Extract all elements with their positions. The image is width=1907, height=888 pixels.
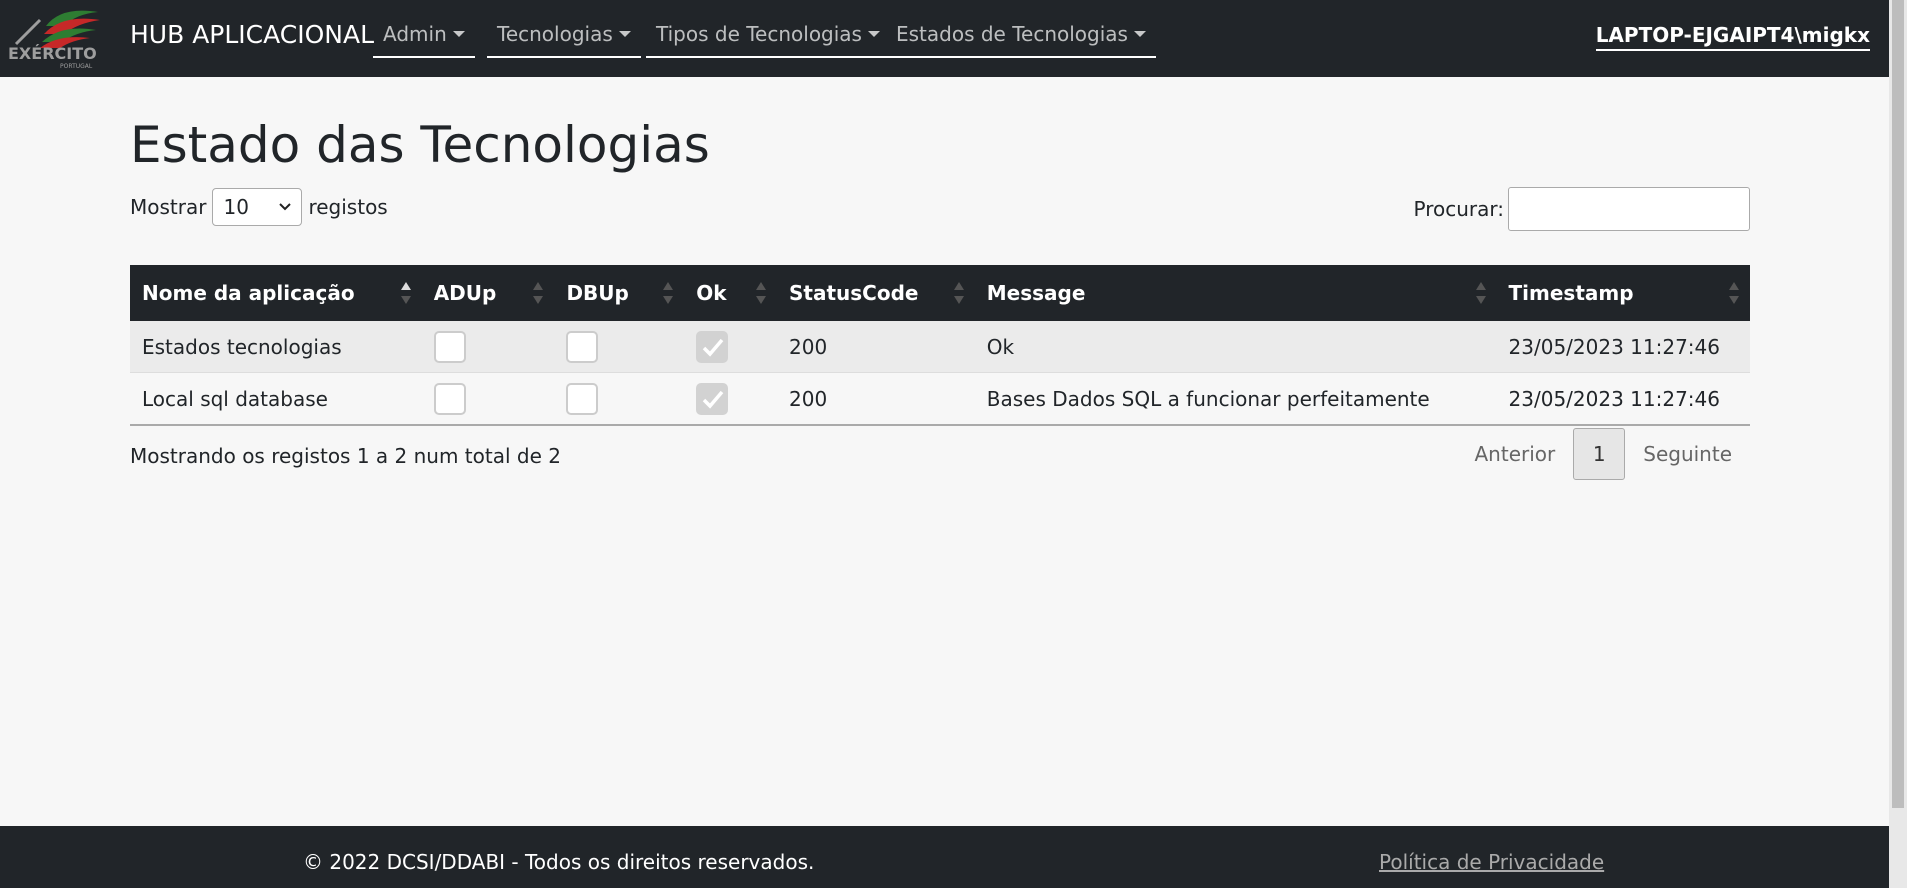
adup-checkbox	[433, 382, 466, 415]
checkmark-icon	[702, 338, 724, 357]
table-row: Local sql database 200 Bases Dados SQL a…	[130, 372, 1750, 426]
column-header-message[interactable]: Message	[974, 265, 1497, 321]
nav-menu-estados-tecnologias[interactable]: Estados de Tecnologias	[886, 18, 1156, 58]
adup-checkbox	[433, 330, 466, 363]
top-navbar: EXÉRCITO PORTUGAL HUB APLICACIONAL Admin…	[0, 0, 1889, 77]
nav-menu-tecnologias-label: Tecnologias	[497, 22, 613, 46]
page-scrollbar[interactable]	[1889, 0, 1907, 888]
table-header-row: Nome da aplicação ADUp DBUp Ok StatusCod…	[130, 265, 1750, 321]
table-info: Mostrando os registos 1 a 2 num total de…	[130, 444, 561, 468]
page-footer: © 2022 DCSI/DDABI - Todos os direitos re…	[0, 826, 1889, 888]
records-per-page: Mostrar 10 registos	[130, 188, 388, 226]
cell-timestamp: 23/05/2023 11:27:46	[1496, 321, 1750, 373]
column-header-label: DBUp	[566, 281, 629, 305]
exercito-logo[interactable]: EXÉRCITO PORTUGAL	[6, 4, 104, 70]
cell-dbup	[554, 321, 685, 373]
column-header-label: Nome da aplicação	[142, 281, 355, 305]
column-header-label: StatusCode	[789, 281, 919, 305]
nav-menu-admin-label: Admin	[383, 22, 447, 46]
sort-icon	[953, 282, 964, 304]
column-header-dbup[interactable]: DBUp	[554, 265, 685, 321]
app-brand[interactable]: HUB APLICACIONAL	[130, 20, 374, 49]
ok-checkbox-checked	[696, 330, 729, 363]
search-input[interactable]	[1508, 187, 1750, 231]
cell-name: Estados tecnologias	[130, 321, 422, 373]
column-header-timestamp[interactable]: Timestamp	[1496, 265, 1750, 321]
nav-menu-tipos-tecnologias-label: Tipos de Tecnologias	[656, 22, 862, 46]
caret-down-icon	[452, 31, 465, 37]
cell-message: Bases Dados SQL a funcionar perfeitament…	[974, 372, 1497, 426]
length-prefix: Mostrar	[130, 195, 207, 219]
column-header-label: ADUp	[433, 281, 497, 305]
records-per-page-value: 10	[223, 195, 249, 219]
dbup-checkbox	[566, 382, 599, 415]
sort-icon	[756, 282, 767, 304]
pagination-next-button[interactable]: Seguinte	[1625, 442, 1750, 466]
cell-timestamp: 23/05/2023 11:27:46	[1496, 372, 1750, 426]
cell-statuscode: 200	[777, 372, 975, 426]
user-account-link[interactable]: LAPTOP-EJGAIPT4\migkx	[1595, 23, 1870, 51]
table-row: Estados tecnologias 200 Ok 23/05/2023 11…	[130, 321, 1750, 373]
chevron-down-icon	[279, 203, 292, 211]
column-header-label: Ok	[696, 281, 727, 305]
checkmark-icon	[702, 390, 724, 409]
sort-icon	[1475, 282, 1486, 304]
table-search: Procurar:	[1413, 187, 1750, 231]
cell-adup	[421, 372, 555, 426]
caret-down-icon	[867, 31, 880, 37]
logo-text: EXÉRCITO	[8, 44, 97, 63]
column-header-nome[interactable]: Nome da aplicação	[130, 265, 422, 321]
cell-ok	[684, 321, 778, 373]
dbup-checkbox	[566, 330, 599, 363]
nav-menu-tecnologias[interactable]: Tecnologias	[487, 18, 641, 58]
page-title: Estado das Tecnologias	[130, 116, 710, 174]
caret-down-icon	[618, 31, 631, 37]
sort-ascending-icon	[400, 282, 411, 304]
nav-menu-admin[interactable]: Admin	[373, 18, 475, 58]
column-header-ok[interactable]: Ok	[684, 265, 778, 321]
cell-adup	[421, 321, 555, 373]
column-header-label: Timestamp	[1508, 281, 1634, 305]
cell-dbup	[554, 372, 685, 426]
records-per-page-select[interactable]: 10	[212, 188, 303, 226]
sort-icon	[533, 282, 544, 304]
column-header-adup[interactable]: ADUp	[421, 265, 555, 321]
cell-ok	[684, 372, 778, 426]
sort-icon	[1729, 282, 1739, 304]
nav-menu-estados-tecnologias-label: Estados de Tecnologias	[896, 22, 1128, 46]
footer-copyright: © 2022 DCSI/DDABI - Todos os direitos re…	[303, 850, 815, 874]
technology-status-table: Nome da aplicação ADUp DBUp Ok StatusCod…	[130, 265, 1750, 426]
column-header-statuscode[interactable]: StatusCode	[777, 265, 975, 321]
pagination-page-1-button[interactable]: 1	[1573, 428, 1626, 480]
pagination: Anterior 1 Seguinte	[1457, 428, 1751, 480]
cell-name: Local sql database	[130, 372, 422, 426]
logo-subtext: PORTUGAL	[60, 63, 93, 70]
privacy-policy-link[interactable]: Política de Privacidade	[1379, 850, 1604, 874]
caret-down-icon	[1133, 31, 1146, 37]
nav-menu-tipos-tecnologias[interactable]: Tipos de Tecnologias	[646, 18, 890, 58]
column-header-label: Message	[986, 281, 1086, 305]
pagination-previous-button[interactable]: Anterior	[1457, 442, 1574, 466]
sort-icon	[663, 282, 674, 304]
search-label: Procurar:	[1413, 197, 1505, 221]
cell-statuscode: 200	[777, 321, 975, 373]
scrollbar-thumb[interactable]	[1892, 0, 1904, 808]
length-suffix: registos	[308, 195, 388, 219]
cell-message: Ok	[974, 321, 1497, 373]
ok-checkbox-checked	[696, 382, 729, 415]
